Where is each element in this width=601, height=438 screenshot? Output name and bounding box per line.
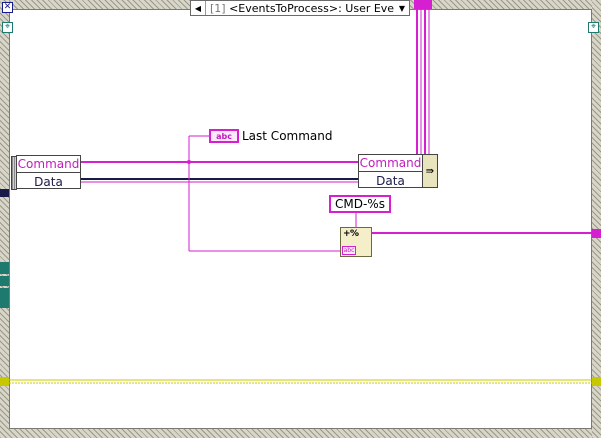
format-into-string-node[interactable]: +% abc	[340, 227, 372, 257]
wire-top-bundle[interactable]	[416, 0, 430, 160]
command-branch-wire[interactable]	[187, 135, 340, 252]
tunnel-left-1[interactable]	[0, 262, 9, 274]
cluster-tunnel-left[interactable]	[0, 189, 9, 197]
tunnel-left-3[interactable]	[0, 288, 9, 298]
unbundle-field-data[interactable]: Data	[17, 173, 80, 190]
unbundle-grip	[11, 156, 17, 190]
format-string-constant[interactable]: CMD-%s	[329, 195, 391, 213]
unbundle-by-name-node[interactable]: Command Data	[11, 155, 81, 190]
string-indicator-icon: abc	[209, 129, 239, 143]
refnum-tunnel-right[interactable]	[592, 377, 601, 386]
unbundle-field-command[interactable]: Command	[17, 156, 80, 173]
format-glyph-icon: +%	[343, 229, 359, 239]
bundle-field-command[interactable]: Command	[359, 155, 422, 172]
last-command-indicator[interactable]: abc Last Command	[209, 128, 333, 144]
bundle-by-name-node[interactable]: Command Data	[358, 154, 423, 188]
tunnel-left-2[interactable]	[0, 276, 9, 286]
refnum-wire[interactable]	[0, 379, 601, 384]
refnum-tunnel-left[interactable]	[0, 377, 9, 386]
wires-layer	[0, 0, 601, 384]
bundle-field-data[interactable]: Data	[359, 172, 422, 189]
format-output-type-icon: abc	[342, 246, 356, 255]
tunnel-left-4[interactable]	[0, 298, 9, 308]
last-command-label: Last Command	[242, 129, 333, 143]
string-tunnel-top[interactable]	[414, 0, 432, 9]
string-tunnel-right[interactable]	[592, 229, 601, 238]
bundle-output-terminal-icon[interactable]: ⇛	[422, 154, 438, 188]
